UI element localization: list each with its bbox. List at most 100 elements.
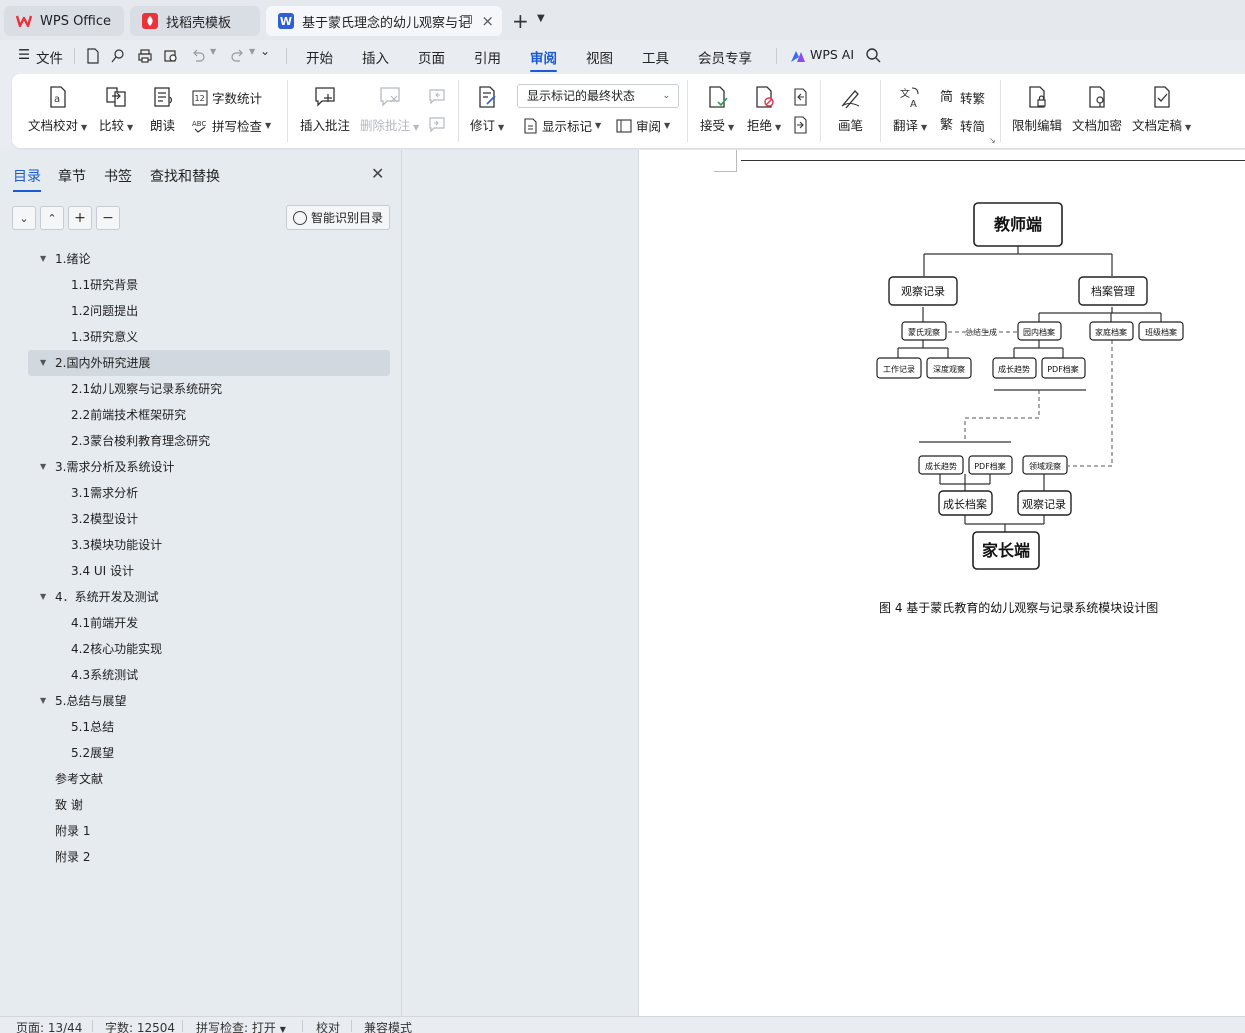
menu-member[interactable]: 会员专享 <box>698 47 752 67</box>
encrypt-button[interactable]: 文档加密 <box>1072 85 1122 134</box>
menu-review[interactable]: 审阅 <box>530 47 557 72</box>
markup-state-select[interactable]: 显示标记的最终状态 ⌄ <box>517 84 679 108</box>
expand-triangle-icon[interactable]: ▼ <box>40 350 46 376</box>
accept-label: 接受 <box>700 118 726 133</box>
proofread-label: 文档校对 <box>28 118 79 133</box>
proof-indicator[interactable]: 校对 <box>316 1019 340 1033</box>
promote-button[interactable]: + <box>68 206 92 230</box>
delete-comment-button[interactable]: 删除批注 ▼ <box>360 85 419 134</box>
toc-item[interactable]: 2.2前端技术框架研究 <box>28 402 390 428</box>
menu-tools[interactable]: 工具 <box>642 47 669 67</box>
toc-item[interactable]: ▼ 5.总结与展望 <box>28 688 390 714</box>
accept-button[interactable]: 接受 ▼ <box>700 85 734 134</box>
toc-item[interactable]: 1.2问题提出 <box>28 298 390 324</box>
toc-item[interactable]: ▼ 2.国内外研究进展 <box>28 350 390 376</box>
word-count-button[interactable]: 12 字数统计 <box>192 88 262 107</box>
restrict-edit-button[interactable]: 限制编辑 <box>1012 85 1062 134</box>
toc-item[interactable]: 参考文献 <box>28 766 390 792</box>
search-icon[interactable] <box>865 47 881 63</box>
expand-triangle-icon[interactable]: ▼ <box>40 246 46 272</box>
to-simplified-button[interactable]: 繁 转简 <box>940 116 985 135</box>
page-indicator[interactable]: 页面: 13/44 <box>16 1019 82 1033</box>
expand-all-button[interactable]: ⌃ <box>40 206 64 230</box>
print-icon[interactable] <box>137 48 153 64</box>
more-chevron-icon[interactable]: ⌄ <box>260 44 270 58</box>
hamburger-icon[interactable]: ☰ <box>18 47 30 63</box>
toc-item[interactable]: 1.1研究背景 <box>28 272 390 298</box>
new-doc-icon[interactable] <box>85 48 101 64</box>
demote-button[interactable]: − <box>96 206 120 230</box>
next-change-icon[interactable] <box>791 116 809 134</box>
toc-item[interactable]: 2.3蒙台梭利教育理念研究 <box>28 428 390 454</box>
toc-item[interactable]: 5.2展望 <box>28 740 390 766</box>
toc-item[interactable]: ▼ 3.需求分析及系统设计 <box>28 454 390 480</box>
new-tab-icon[interactable]: + <box>512 9 529 33</box>
menu-file[interactable]: 文件 <box>36 47 63 67</box>
monitor-icon[interactable] <box>461 15 472 24</box>
pen-button[interactable]: 画笔 <box>838 85 863 134</box>
tab-wps-office[interactable]: WPS Office <box>4 6 124 36</box>
menu-wps-ai[interactable]: WPS AI <box>810 47 854 62</box>
expand-group-icon[interactable]: ↘ <box>989 136 996 145</box>
insert-comment-button[interactable]: 插入批注 <box>300 85 350 134</box>
toc-item[interactable]: 3.4 UI 设计 <box>28 558 390 584</box>
next-comment-icon[interactable] <box>428 116 446 134</box>
toc-item[interactable]: 3.3模块功能设计 <box>28 532 390 558</box>
proofread-button[interactable]: a 文档校对 ▼ <box>28 85 87 134</box>
menu-insert[interactable]: 插入 <box>362 47 389 67</box>
expand-triangle-icon[interactable]: ▼ <box>40 584 46 610</box>
menu-view[interactable]: 视图 <box>586 47 613 67</box>
toc-item[interactable]: 致 谢 <box>28 792 390 818</box>
toc-item[interactable]: 1.3研究意义 <box>28 324 390 350</box>
reject-button[interactable]: 拒绝 ▼ <box>747 85 781 134</box>
finalize-button[interactable]: 文档定稿 ▼ <box>1132 85 1191 134</box>
format-painter-icon[interactable] <box>110 48 126 64</box>
toc-item[interactable]: 5.1总结 <box>28 714 390 740</box>
chevron-down-icon[interactable]: ▼ <box>249 47 255 56</box>
toc-item[interactable]: ▼ 4．系统开发及测试 <box>28 584 390 610</box>
nav-tab-bookmarks[interactable]: 书签 <box>104 166 132 186</box>
toc-item[interactable]: 3.1需求分析 <box>28 480 390 506</box>
nav-tab-toc[interactable]: 目录 <box>13 166 41 192</box>
tab-document[interactable]: W 基于蒙氏理念的幼儿观察与记录 × <box>266 6 502 36</box>
chevron-down-icon: ▼ <box>81 123 88 132</box>
print-preview-icon[interactable] <box>163 48 179 64</box>
document-page[interactable]: 教师端 观察记录 档案管理 蒙氏观察 总结生成 园内档案 家庭档案 班级档案 工… <box>638 150 1245 1016</box>
toc-item[interactable]: 附录 2 <box>28 844 390 870</box>
chevron-down-icon[interactable]: ▼ <box>210 47 216 56</box>
spell-check-button[interactable]: ABC 拼写检查 ▼ <box>192 116 271 135</box>
show-markup-button[interactable]: 显示标记 ▼ <box>522 116 601 135</box>
toc-item[interactable]: ▼ 1.绪论 <box>28 246 390 272</box>
menu-references[interactable]: 引用 <box>474 47 501 67</box>
spell-check-indicator[interactable]: 拼写检查: 打开 ▼ <box>196 1019 286 1033</box>
read-aloud-button[interactable]: 朗读 <box>150 85 175 134</box>
nav-tab-find-replace[interactable]: 查找和替换 <box>150 166 220 186</box>
undo-icon[interactable] <box>190 48 206 64</box>
menu-home[interactable]: 开始 <box>306 47 333 67</box>
menu-page[interactable]: 页面 <box>418 47 445 67</box>
collapse-all-button[interactable]: ⌄ <box>12 206 36 230</box>
word-count-indicator[interactable]: 字数: 12504 <box>105 1019 175 1033</box>
compare-button[interactable]: 比较 ▼ <box>99 85 133 134</box>
redo-icon[interactable] <box>230 48 246 64</box>
toc-item[interactable]: 附录 1 <box>28 818 390 844</box>
chevron-down-icon[interactable]: ▼ <box>537 13 545 24</box>
tab-template[interactable]: 找稻壳模板 <box>130 6 260 36</box>
expand-triangle-icon[interactable]: ▼ <box>40 454 46 480</box>
previous-comment-icon[interactable] <box>428 88 446 106</box>
track-changes-button[interactable]: 修订 ▼ <box>470 85 504 134</box>
toc-item[interactable]: 4.2核心功能实现 <box>28 636 390 662</box>
close-tab-icon[interactable]: × <box>481 12 494 30</box>
review-pane-button[interactable]: 审阅 ▼ <box>616 116 670 135</box>
toc-item[interactable]: 4.1前端开发 <box>28 610 390 636</box>
previous-change-icon[interactable] <box>791 88 809 106</box>
translate-button[interactable]: 文A 翻译 ▼ <box>893 85 927 134</box>
to-traditional-button[interactable]: 简 转繁 <box>940 88 985 107</box>
toc-item[interactable]: 3.2模型设计 <box>28 506 390 532</box>
close-icon[interactable]: ✕ <box>371 164 384 183</box>
nav-tab-sections[interactable]: 章节 <box>58 166 86 186</box>
toc-item[interactable]: 4.3系统测试 <box>28 662 390 688</box>
toc-item[interactable]: 2.1幼儿观察与记录系统研究 <box>28 376 390 402</box>
expand-triangle-icon[interactable]: ▼ <box>40 688 46 714</box>
smart-toc-button[interactable]: 智能识别目录 <box>286 205 390 230</box>
